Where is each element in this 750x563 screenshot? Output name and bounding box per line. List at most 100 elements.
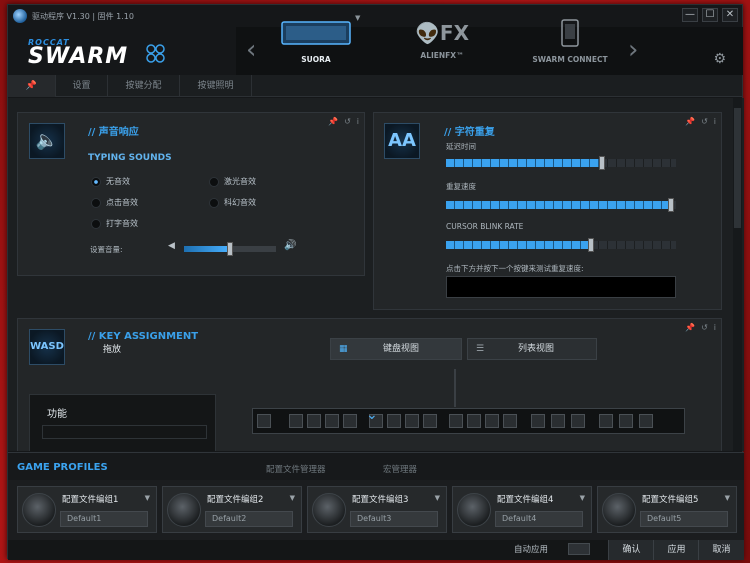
profile-slot-5[interactable]: 配置文件编组5 ▼ Default5 (597, 486, 737, 533)
gear-icon[interactable]: ⚙ (713, 51, 726, 67)
keyboard-key[interactable] (405, 414, 419, 428)
reset-icon[interactable]: ↺ (701, 117, 708, 126)
cancel-button[interactable]: 取消 (698, 540, 744, 560)
info-icon[interactable]: i (357, 117, 359, 126)
blink-knob[interactable] (587, 238, 594, 252)
ok-button[interactable]: 确认 (608, 540, 654, 560)
reset-icon[interactable]: ↺ (344, 117, 351, 126)
keyboard-key[interactable] (485, 414, 499, 428)
profile-name-input[interactable]: Default3 (350, 511, 438, 527)
profile-name-input[interactable]: Default5 (640, 511, 728, 527)
profile-slot-4[interactable]: 配置文件编组4 ▼ Default4 (452, 486, 592, 533)
panel-tools: 📌 ↺ i (322, 117, 359, 126)
tab-key-lighting[interactable]: 按键照明 (180, 75, 252, 97)
list-view-button[interactable]: ☰ 列表视图 (467, 338, 597, 360)
chevron-down-icon[interactable]: ▼ (355, 14, 360, 22)
speaker-icon: 🔈 (29, 123, 65, 159)
delay-slider[interactable] (446, 156, 676, 170)
keyboard-key[interactable] (307, 414, 321, 428)
blink-label: CURSOR BLINK RATE (446, 222, 524, 231)
rate-slider[interactable] (446, 198, 676, 212)
volume-slider[interactable] (184, 242, 276, 256)
blink-slider[interactable] (446, 238, 676, 252)
delay-fill (446, 159, 603, 167)
keyboard-key[interactable] (387, 414, 401, 428)
option-click[interactable]: 点击音效 (91, 197, 138, 208)
device-alienfx[interactable]: 👽FX ALIENFX™ (392, 19, 492, 60)
profile-slots: 配置文件编组1 ▼ Default1 配置文件编组2 ▼ Default2 配置… (8, 480, 744, 540)
tab-settings[interactable]: 设置 (56, 75, 108, 97)
keyboard-key[interactable] (423, 414, 437, 428)
keyboard-key[interactable] (619, 414, 633, 428)
keyboard-key[interactable] (599, 414, 613, 428)
tab-profile-manager[interactable]: 配置文件管理器 (266, 463, 326, 475)
auto-apply-toggle[interactable] (568, 543, 590, 555)
repeat-panel: 📌 ↺ i AA // 字符重复 延迟时间 重复速度 CURSOR BLINK RA… (373, 112, 722, 310)
device-label: ALIENFX™ (420, 51, 464, 60)
pin-icon[interactable]: 📌 (685, 117, 695, 126)
option-no-sound[interactable]: 无音效 (91, 176, 130, 187)
game-profiles-title: GAME PROFILES (17, 462, 108, 473)
volume-high-icon: 🔊 (284, 240, 297, 251)
scroll-thumb[interactable] (734, 108, 741, 228)
keyboard-key[interactable] (257, 414, 271, 428)
option-typewriter[interactable]: 打字音效 (91, 218, 138, 229)
keyboard-key[interactable] (571, 414, 585, 428)
close-button[interactable]: ✕ (722, 8, 738, 22)
rate-knob[interactable] (668, 198, 675, 212)
pin-icon[interactable]: 📌 (685, 323, 695, 332)
keyboard-key[interactable] (325, 414, 339, 428)
maximize-button[interactable]: ☐ (702, 8, 718, 22)
tab-macro-manager[interactable]: 宏管理器 (383, 463, 417, 475)
chevron-down-icon[interactable]: ▼ (580, 494, 585, 502)
apply-button[interactable]: 应用 (653, 540, 699, 560)
keyboard-key[interactable] (289, 414, 303, 428)
delay-knob[interactable] (599, 156, 606, 170)
profile-name-input[interactable]: Default4 (495, 511, 583, 527)
chevron-down-icon[interactable]: ▼ (435, 494, 440, 502)
profile-name-input[interactable]: Default2 (205, 511, 293, 527)
roccat-avatar-icon (457, 493, 491, 527)
device-swarm-connect[interactable]: SWARM CONNECT (520, 19, 620, 64)
roccat-avatar-icon (167, 493, 201, 527)
reset-icon[interactable]: ↺ (701, 323, 708, 332)
device-suora[interactable]: SUORA (266, 19, 366, 64)
profile-slot-1[interactable]: 配置文件编组1 ▼ Default1 (17, 486, 157, 533)
function-search[interactable] (42, 425, 207, 439)
chevron-left-icon[interactable]: ‹ (246, 35, 256, 65)
minimize-button[interactable]: — (682, 8, 698, 22)
chevron-right-icon[interactable]: › (628, 35, 638, 65)
profile-slot-3[interactable]: 配置文件编组3 ▼ Default3 (307, 486, 447, 533)
key-assignment-panel: 📌 ↺ i WASD // KEY ASSIGNMENT 拖放 ▦ 键盘视图 ☰ 列… (17, 318, 722, 451)
panel-tools: 📌 ↺ i (679, 117, 716, 126)
info-icon[interactable]: i (714, 323, 716, 332)
chevron-down-icon[interactable]: ▼ (290, 494, 295, 502)
repeat-test-input[interactable] (446, 276, 676, 298)
panel-title: // 声音响应 (88, 127, 139, 138)
keyboard-key[interactable] (467, 414, 481, 428)
option-scifi[interactable]: 科幻音效 (209, 197, 256, 208)
device-label: SWARM CONNECT (532, 55, 608, 64)
volume-label: 设置音量: (90, 245, 123, 254)
chevron-down-icon[interactable]: ▼ (725, 494, 730, 502)
keyboard-key[interactable] (639, 414, 653, 428)
option-laser[interactable]: 激光音效 (209, 176, 256, 187)
info-icon[interactable]: i (714, 117, 716, 126)
keyboard-key[interactable] (343, 414, 357, 428)
profile-name: 配置文件编组2 (207, 495, 264, 505)
keyboard-key[interactable] (449, 414, 463, 428)
tab-key-assignment[interactable]: 按键分配 (108, 75, 180, 97)
keyboard-key[interactable] (551, 414, 565, 428)
keyboard-view-button[interactable]: ▦ 键盘视图 (330, 338, 462, 360)
radio-icon (91, 197, 101, 208)
keyboard-key[interactable] (531, 414, 545, 428)
keyboard-key[interactable] (503, 414, 517, 428)
volume-knob[interactable] (227, 242, 233, 256)
chevron-down-icon[interactable]: ▼ (145, 494, 150, 502)
tab-pin[interactable]: 📌 (8, 75, 56, 97)
profile-slot-2[interactable]: 配置文件编组2 ▼ Default2 (162, 486, 302, 533)
scrollbar[interactable] (733, 98, 742, 451)
profile-name-input[interactable]: Default1 (60, 511, 148, 527)
pin-icon[interactable]: 📌 (328, 117, 338, 126)
profile-name: 配置文件编组3 (352, 495, 409, 505)
